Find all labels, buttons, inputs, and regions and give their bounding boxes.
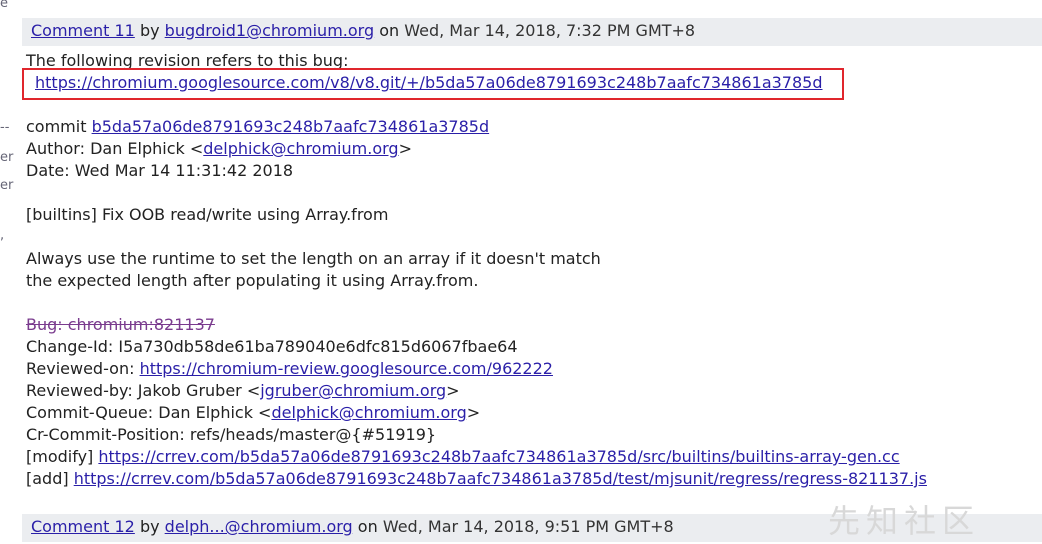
author-close: > [398,139,412,158]
commit-queue-label: Commit-Queue: Dan Elphick < [26,403,272,422]
change-id: Change-Id: I5a730db58de61ba789040e6dfc81… [26,337,518,356]
by-text: by [139,517,160,536]
gutter-glyph: er [0,150,14,165]
author-email-link[interactable]: delphick@chromium.org [203,139,398,158]
comment-12-author-link[interactable]: delph...@chromium.org [165,517,353,536]
gutter-glyph: e [0,0,8,11]
comment-11-date: Wed, Mar 14, 2018, 7:32 PM GMT+8 [404,21,696,40]
bug-reference[interactable]: Bug: chromium:821137 [26,314,215,336]
modify-label: [modify] [26,447,99,466]
commit-position: Cr-Commit-Position: refs/heads/master@{#… [26,425,437,444]
watermark: 先知社区 [828,502,981,540]
commit-queue-email-link[interactable]: delphick@chromium.org [271,403,466,422]
comment-11-author-link[interactable]: bugdroid1@chromium.org [165,21,374,40]
author-label: Author: Dan Elphick < [26,139,204,158]
add-file-link[interactable]: https://crrev.com/b5da57a06de8791693c248… [74,469,927,488]
by-text: by [139,21,160,40]
left-gutter: e -- er er , [0,0,16,544]
commit-desc-line-2: the expected length after populating it … [26,271,479,290]
gutter-glyph: -- [0,120,10,135]
reviewer-email-link[interactable]: jgruber@chromium.org [260,381,446,400]
reviewed-on-link[interactable]: https://chromium-review.googlesource.com… [140,359,553,378]
on-text: on [379,21,400,40]
gutter-glyph: , [0,228,5,243]
commit-queue-close: > [466,403,481,422]
commit-title: [builtins] Fix OOB read/write using Arra… [26,205,389,224]
commit-desc-line-1: Always use the runtime to set the length… [26,249,601,268]
on-text: on [357,517,378,536]
reviewed-on-label: Reviewed-on: [26,359,140,378]
comment-11-link[interactable]: Comment 11 [31,21,135,40]
modify-file-link[interactable]: https://crrev.com/b5da57a06de8791693c248… [98,447,899,466]
comment-11-header: Comment 11 by bugdroid1@chromium.org on … [22,18,1042,46]
commit-hash-link[interactable]: b5da57a06de8791693c248b7aafc734861a3785d [92,117,490,136]
add-label: [add] [26,469,74,488]
reviewed-by-close: > [446,381,460,400]
highlight-box [22,68,844,100]
commit-label: commit [26,117,87,136]
reviewed-by-label: Reviewed-by: Jakob Gruber < [26,381,261,400]
gutter-glyph: er [0,178,14,193]
comment-12-date: Wed, Mar 14, 2018, 9:51 PM GMT+8 [382,517,674,536]
commit-date: Date: Wed Mar 14 11:31:42 2018 [26,161,294,180]
comment-12-link[interactable]: Comment 12 [31,517,135,536]
